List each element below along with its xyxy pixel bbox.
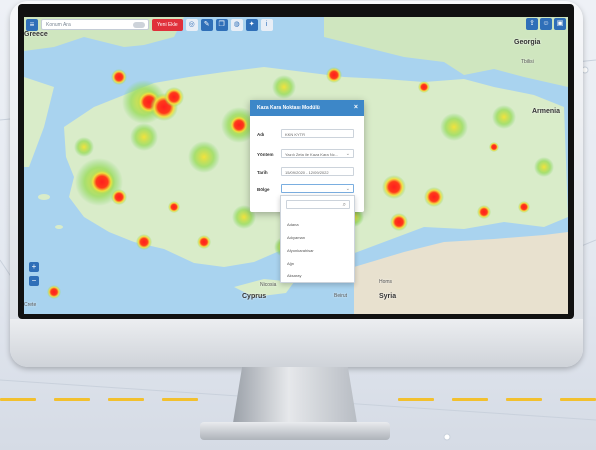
road-dash <box>398 398 434 401</box>
edit-icon[interactable]: ✎ <box>200 18 213 31</box>
zoom-in-button[interactable]: + <box>29 262 39 272</box>
chevron-down-icon: ⌄ <box>345 151 350 157</box>
monitor-chin <box>10 319 583 367</box>
modal-title: Kaza Kara Noktası Modülü <box>257 105 320 111</box>
search-input[interactable]: Konum Ara <box>41 19 149 30</box>
region-select[interactable]: ⌄ <box>281 184 354 193</box>
toggle-switch[interactable] <box>133 22 145 28</box>
date-range-field[interactable]: 15/09/2020 - 12/09/2022 <box>281 167 354 176</box>
info-icon[interactable]: i <box>260 18 273 31</box>
monitor-stand-base <box>200 422 390 440</box>
close-icon[interactable]: × <box>354 100 358 116</box>
dropdown-option[interactable]: Aksaray <box>287 273 301 278</box>
map-label-greece: Greece <box>24 31 48 38</box>
dropdown-option[interactable]: Ağrı <box>287 261 294 266</box>
road-dash <box>0 398 36 401</box>
road-dash <box>506 398 542 401</box>
field-label-region: Bölge <box>257 187 270 192</box>
settings-icon[interactable]: ✦ <box>245 18 258 31</box>
name-field[interactable]: KKN KYTR <box>281 129 354 138</box>
map-label-cyprus: Cyprus <box>242 293 267 300</box>
lock-icon[interactable]: ▣ <box>554 18 566 30</box>
monitor-stand-neck <box>232 367 358 429</box>
map-label-tbilisi: Tbilisi <box>521 59 534 65</box>
share-icon[interactable]: ⇪ <box>526 18 538 30</box>
new-add-button[interactable]: Yeni Ekle <box>152 18 183 31</box>
map-label-syria: Syria <box>379 293 397 300</box>
location-icon[interactable]: ◎ <box>185 18 198 31</box>
modal-header: Kaza Kara Noktası Modülü × <box>250 100 364 116</box>
map-label-armenia: Armenia <box>532 108 561 115</box>
search-icon: ⌕ <box>342 202 346 208</box>
road-dash <box>54 398 90 401</box>
region-dropdown: ⌕ Adana Adıyaman Afyonkarahisar Ağrı Aks… <box>280 195 355 283</box>
menu-icon[interactable]: ≡ <box>26 18 38 31</box>
map-label-crete: Crete <box>24 302 37 308</box>
map-label-georgia: Georgia <box>514 39 541 46</box>
user-icon[interactable]: ☺ <box>540 18 552 30</box>
field-label-method: Yöntem <box>257 152 274 157</box>
zoom-out-button[interactable]: − <box>29 276 39 286</box>
top-toolbar: ≡ Konum Ara Yeni Ekle ◎ ✎ ❐ ◍ ✦ i ⇪ ☺ ▣ <box>24 17 568 32</box>
road-dash <box>560 398 596 401</box>
road-dash <box>108 398 144 401</box>
road-dash <box>162 398 198 401</box>
layers-icon[interactable]: ❐ <box>215 18 228 31</box>
globe-icon[interactable]: ◍ <box>230 18 243 31</box>
dropdown-option[interactable]: Afyonkarahisar <box>287 248 314 253</box>
method-select[interactable]: Yazılı Zeta ile Kaza Kara Nc... ⌄ <box>281 149 354 158</box>
dropdown-option[interactable]: Adıyaman <box>287 235 305 240</box>
map-label-beirut: Beirut <box>334 293 348 299</box>
map-label-nicosia: Nicosia <box>260 282 277 288</box>
dropdown-option[interactable]: Adana <box>287 222 299 227</box>
chevron-down-icon: ⌄ <box>345 186 350 192</box>
field-label-name: Adı <box>257 132 265 137</box>
field-label-date: Tarih <box>257 170 268 175</box>
dropdown-search-input[interactable]: ⌕ <box>286 200 350 209</box>
map-label-homs: Homs <box>379 279 393 285</box>
road-dash <box>452 398 488 401</box>
